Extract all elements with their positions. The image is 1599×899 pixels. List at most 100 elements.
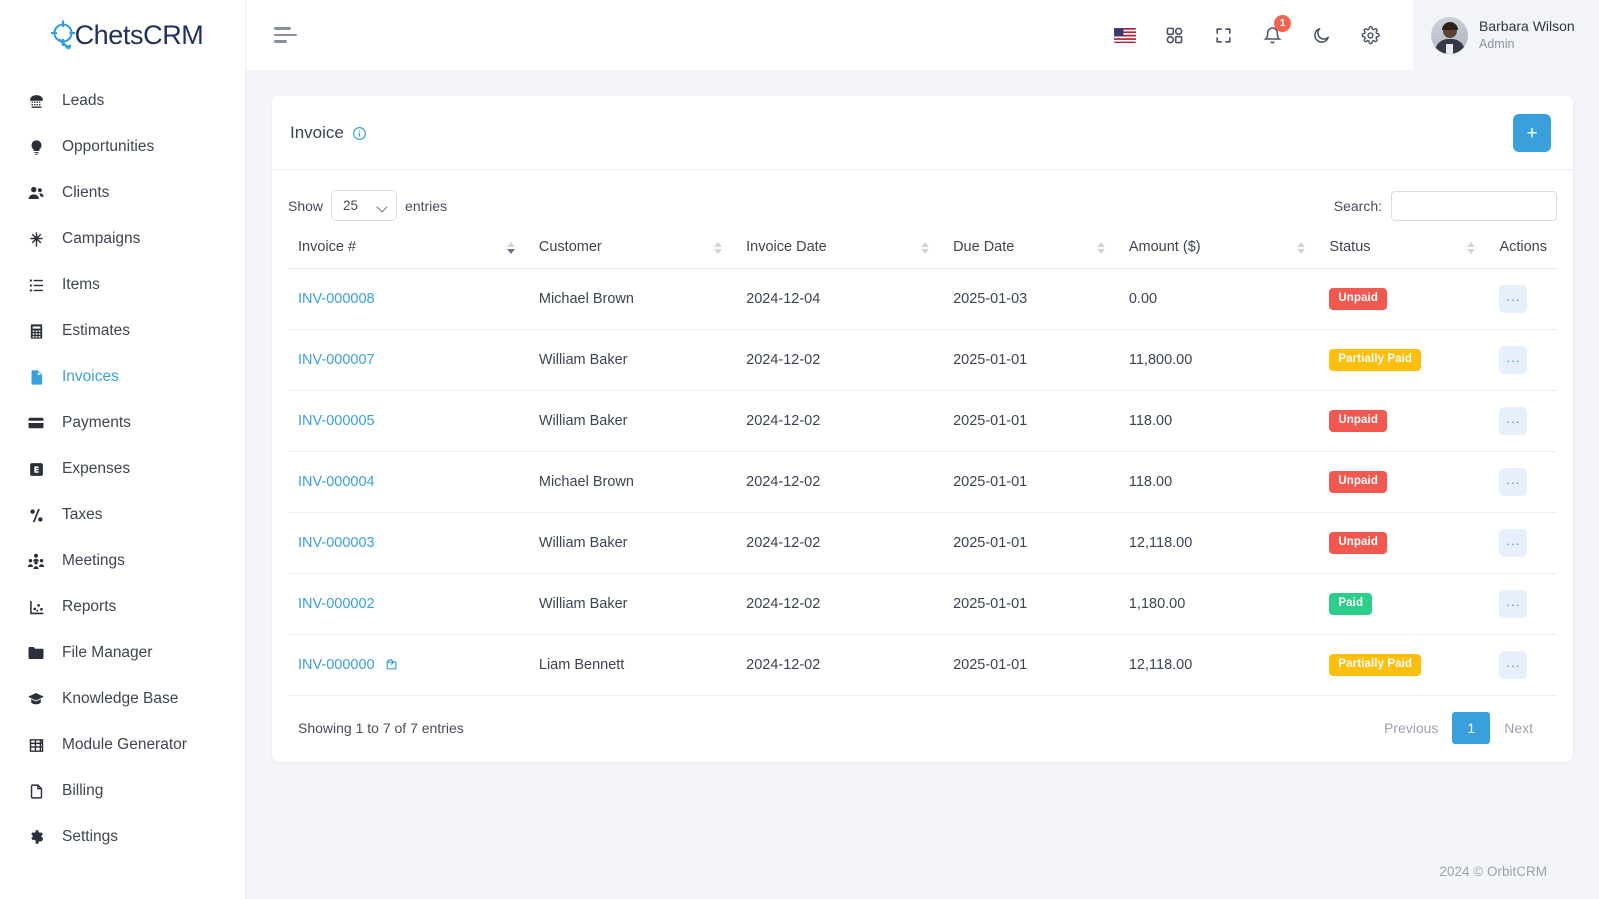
cell-actions: ... (1489, 329, 1557, 391)
column-header-invoice-number[interactable]: Invoice # (288, 227, 529, 269)
sidebar-item-label: Billing (62, 782, 104, 799)
table-controls: Show 10 25 50 100 entries (288, 186, 1557, 227)
sidebar-item-campaigns[interactable]: Campaigns (0, 216, 245, 262)
invoice-link[interactable]: INV-000005 (298, 413, 375, 429)
file-icon (26, 367, 46, 387)
topbar-icon-group: 1 (1114, 15, 1413, 46)
page-length-select[interactable]: 10 25 50 100 (331, 190, 398, 221)
invoice-link[interactable]: INV-000002 (298, 596, 375, 612)
invoice-link[interactable]: INV-000000 (298, 657, 375, 673)
column-header-customer[interactable]: Customer (528, 227, 737, 269)
sort-arrows-icon (1096, 241, 1105, 254)
sidebar-item-items[interactable]: Items (0, 262, 245, 308)
pagination-next[interactable]: Next (1490, 712, 1547, 744)
invoice-link[interactable]: INV-000003 (298, 535, 375, 551)
invoice-link[interactable]: INV-000007 (298, 352, 375, 368)
column-header-due-date[interactable]: Due Date (943, 227, 1119, 269)
sidebar-item-invoices[interactable]: Invoices (0, 354, 245, 400)
main-area: 1 Barbara Wilson Admin Invoice + Show 25… (246, 0, 1599, 899)
cell-actions: ... (1489, 268, 1557, 330)
row-actions-button[interactable]: ... (1499, 468, 1528, 496)
campaign-asterisk-icon (26, 229, 46, 249)
cell-customer: William Baker (528, 573, 737, 635)
cell-status: Unpaid (1319, 268, 1490, 330)
cell-customer: Michael Brown (528, 451, 737, 513)
sidebar-item-module-generator[interactable]: Module Generator (0, 722, 245, 768)
grid-table-icon (26, 735, 46, 755)
pagination-previous[interactable]: Previous (1370, 712, 1452, 744)
cell-amount: 12,118.00 (1118, 512, 1320, 574)
sidebar-item-meetings[interactable]: Meetings (0, 538, 245, 584)
row-actions-button[interactable]: ... (1499, 285, 1528, 313)
row-actions-button[interactable]: ... (1499, 407, 1528, 435)
sidebar-item-taxes[interactable]: Taxes (0, 492, 245, 538)
status-badge: Unpaid (1329, 288, 1387, 310)
column-header-status[interactable]: Status (1319, 227, 1490, 269)
cell-customer: Liam Bennett (528, 634, 737, 696)
sidebar-item-leads[interactable]: Leads (0, 78, 245, 124)
sidebar-item-opportunities[interactable]: Opportunities (0, 124, 245, 170)
entries-length-control: Show 10 25 50 100 entries (288, 190, 447, 221)
table-row: INV-000005 William Baker 2024-12-02 2025… (288, 390, 1557, 452)
sidebar-item-label: Invoices (62, 368, 119, 385)
sidebar-item-billing[interactable]: Billing (0, 768, 245, 814)
invoice-link[interactable]: INV-000004 (298, 474, 375, 490)
row-actions-button[interactable]: ... (1499, 590, 1528, 618)
cell-customer: Michael Brown (528, 268, 737, 330)
apps-grid-icon[interactable] (1163, 24, 1185, 46)
search-input[interactable] (1391, 190, 1557, 221)
invoice-card: Invoice + Show 25 entries Search: Invoic… (272, 96, 1573, 762)
pagination: Previous 1 Next (1370, 712, 1547, 744)
sidebar-item-estimates[interactable]: Estimates (0, 308, 245, 354)
user-profile-menu[interactable]: Barbara Wilson Admin (1413, 0, 1599, 70)
footer-copyright: 2024 © OrbitCRM (1439, 864, 1547, 879)
sidebar-item-label: File Manager (62, 644, 153, 661)
row-actions-button[interactable]: ... (1499, 346, 1528, 374)
row-actions-button[interactable]: ... (1499, 651, 1528, 679)
telephone-icon (26, 91, 46, 111)
search-label: Search: (1333, 197, 1382, 214)
cell-amount: 0.00 (1118, 268, 1320, 330)
column-header-invoice-date[interactable]: Invoice Date (736, 227, 944, 269)
sidebar-item-label: Payments (62, 414, 131, 431)
table-header-row: Invoice # Customer Invoice Date Due Date… (288, 227, 1557, 269)
sidebar-item-settings[interactable]: Settings (0, 814, 245, 860)
fullscreen-icon[interactable] (1212, 24, 1234, 46)
notification-badge: 1 (1274, 15, 1291, 32)
cell-status: Unpaid (1319, 451, 1490, 513)
expense-box-icon (26, 459, 46, 479)
dark-mode-moon-icon[interactable] (1310, 24, 1332, 46)
sidebar-item-file-manager[interactable]: File Manager (0, 630, 245, 676)
cell-invoice-date: 2024-12-02 (736, 634, 944, 696)
sidebar-item-reports[interactable]: Reports (0, 584, 245, 630)
sidebar-item-expenses[interactable]: Expenses (0, 446, 245, 492)
cell-invoice-date: 2024-12-02 (736, 329, 944, 391)
cell-customer: William Baker (528, 390, 737, 452)
language-flag-us-icon[interactable] (1114, 24, 1136, 46)
info-circle-icon[interactable] (352, 126, 367, 141)
chart-scatter-icon (26, 597, 46, 617)
hamburger-icon[interactable] (272, 21, 299, 49)
invoice-table: Invoice # Customer Invoice Date Due Date… (288, 227, 1557, 696)
pagination-page-1[interactable]: 1 (1452, 712, 1491, 744)
settings-gear-icon[interactable] (1359, 24, 1381, 46)
brand-logo[interactable]: ChetsCRM (0, 0, 245, 70)
column-header-amount[interactable]: Amount ($) (1118, 227, 1320, 269)
cell-invoice-number: INV-000008 (288, 268, 529, 330)
table-search: Search: (1333, 190, 1557, 221)
sidebar-item-label: Leads (62, 92, 105, 109)
notification-bell-icon[interactable]: 1 (1261, 15, 1291, 46)
sidebar-item-clients[interactable]: Clients (0, 170, 245, 216)
sidebar-nav: Leads Opportunities Clients Campaigns It… (0, 70, 245, 860)
add-invoice-button[interactable]: + (1513, 114, 1551, 152)
gear-icon (26, 827, 46, 847)
invoice-link[interactable]: INV-000008 (298, 291, 375, 307)
cell-status: Unpaid (1319, 390, 1490, 452)
sidebar-item-knowledge-base[interactable]: Knowledge Base (0, 676, 245, 722)
row-actions-button[interactable]: ... (1499, 529, 1528, 557)
status-badge: Unpaid (1329, 532, 1387, 554)
user-info: Barbara Wilson Admin (1479, 17, 1575, 53)
cell-actions: ... (1489, 512, 1557, 574)
cell-actions: ... (1489, 634, 1557, 696)
sidebar-item-payments[interactable]: Payments (0, 400, 245, 446)
